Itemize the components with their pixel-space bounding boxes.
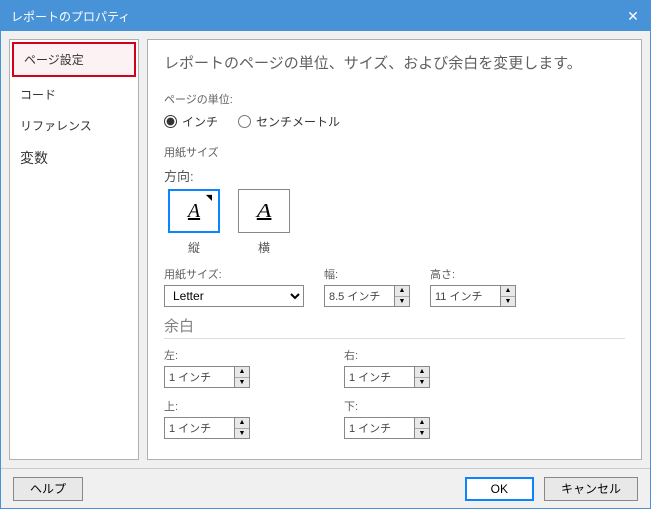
footer: ヘルプ OK キャンセル: [1, 468, 650, 508]
spin-down-icon[interactable]: ▼: [235, 429, 249, 439]
margin-left-input[interactable]: [164, 366, 234, 388]
spin-up-icon[interactable]: ▲: [501, 286, 515, 297]
paper-size-select[interactable]: Letter: [164, 285, 304, 307]
margin-top-field: 上: ▲▼: [164, 398, 324, 439]
sidebar-item-code[interactable]: コード: [10, 79, 138, 110]
radio-cm-input[interactable]: [238, 115, 251, 128]
spin-up-icon[interactable]: ▲: [415, 418, 429, 429]
unit-section-label: ページの単位:: [164, 91, 625, 107]
spin-up-icon[interactable]: ▲: [415, 367, 429, 378]
dialog-body: ページ設定 コード リファレンス 変数 レポートのページの単位、サイズ、および余…: [1, 31, 650, 468]
spin-down-icon[interactable]: ▼: [235, 378, 249, 388]
margins-grid: 左: ▲▼ 右: ▲▼ 上: ▲▼ 下: ▲▼: [164, 347, 625, 439]
margin-top-spinner[interactable]: ▲▼: [164, 417, 324, 439]
page-subtitle: レポートのページの単位、サイズ、および余白を変更します。: [164, 52, 625, 73]
close-icon[interactable]: ✕: [626, 8, 640, 25]
orientation-row: A◥ A: [168, 189, 625, 233]
dialog-window: レポートのプロパティ ✕ ページ設定 コード リファレンス 変数 レポートのペー…: [0, 0, 651, 509]
width-spinner[interactable]: ▲▼: [324, 285, 410, 307]
sidebar: ページ設定 コード リファレンス 変数: [9, 39, 139, 460]
paper-section-label: 用紙サイズ: [164, 144, 625, 160]
paper-size-field: 用紙サイズ: Letter: [164, 266, 304, 307]
height-input[interactable]: [430, 285, 500, 307]
orientation-portrait[interactable]: A◥: [168, 189, 220, 233]
height-label: 高さ:: [430, 266, 516, 282]
sidebar-item-reference[interactable]: リファレンス: [10, 110, 138, 141]
margin-bottom-input[interactable]: [344, 417, 414, 439]
radio-inch[interactable]: インチ: [164, 113, 218, 130]
portrait-icon: A: [188, 200, 200, 223]
margin-left-field: 左: ▲▼: [164, 347, 324, 388]
orient-mark-icon: ◥: [206, 193, 212, 202]
orientation-label: 方向:: [164, 166, 625, 185]
orientation-landscape-label: 横: [238, 239, 290, 256]
orientation-landscape[interactable]: A: [238, 189, 290, 233]
size-row: 用紙サイズ: Letter 幅: ▲▼ 高さ: ▲▼: [164, 266, 625, 307]
spin-up-icon[interactable]: ▲: [235, 418, 249, 429]
radio-cm[interactable]: センチメートル: [238, 113, 340, 130]
help-button[interactable]: ヘルプ: [13, 477, 83, 501]
landscape-icon: A: [257, 200, 272, 223]
margin-bottom-field: 下: ▲▼: [344, 398, 504, 439]
orientation-labels: 縦 横: [168, 239, 625, 256]
unit-radios: インチ センチメートル: [164, 113, 625, 130]
margin-left-label: 左:: [164, 347, 324, 363]
radio-inch-input[interactable]: [164, 115, 177, 128]
margin-top-input[interactable]: [164, 417, 234, 439]
width-label: 幅:: [324, 266, 410, 282]
main-panel: レポートのページの単位、サイズ、および余白を変更します。 ページの単位: インチ…: [147, 39, 642, 460]
margin-top-label: 上:: [164, 398, 324, 414]
ok-button[interactable]: OK: [465, 477, 534, 501]
window-title: レポートのプロパティ: [11, 8, 130, 25]
margin-left-spinner[interactable]: ▲▼: [164, 366, 324, 388]
spin-up-icon[interactable]: ▲: [235, 367, 249, 378]
margin-right-spinner[interactable]: ▲▼: [344, 366, 504, 388]
spin-down-icon[interactable]: ▼: [415, 429, 429, 439]
cancel-button[interactable]: キャンセル: [544, 477, 638, 501]
spin-up-icon[interactable]: ▲: [395, 286, 409, 297]
paper-size-label: 用紙サイズ:: [164, 266, 304, 282]
sidebar-item-page-setup[interactable]: ページ設定: [12, 42, 136, 77]
margin-right-input[interactable]: [344, 366, 414, 388]
titlebar: レポートのプロパティ ✕: [1, 1, 650, 31]
margin-bottom-spinner[interactable]: ▲▼: [344, 417, 504, 439]
orientation-portrait-label: 縦: [168, 239, 220, 256]
spin-down-icon[interactable]: ▼: [501, 297, 515, 307]
width-field: 幅: ▲▼: [324, 266, 410, 307]
margin-right-field: 右: ▲▼: [344, 347, 504, 388]
spin-down-icon[interactable]: ▼: [415, 378, 429, 388]
margin-right-label: 右:: [344, 347, 504, 363]
height-spinner[interactable]: ▲▼: [430, 285, 516, 307]
sidebar-item-variables[interactable]: 変数: [10, 141, 138, 175]
height-field: 高さ: ▲▼: [430, 266, 516, 307]
margin-bottom-label: 下:: [344, 398, 504, 414]
spin-down-icon[interactable]: ▼: [395, 297, 409, 307]
margin-header: 余白: [164, 315, 625, 339]
width-input[interactable]: [324, 285, 394, 307]
